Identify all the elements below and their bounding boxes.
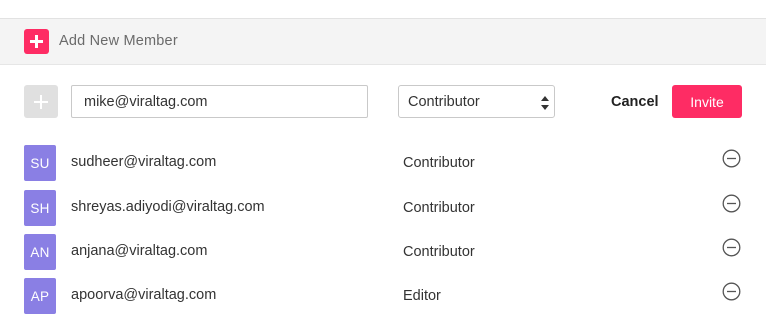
avatar: AP	[24, 278, 56, 314]
minus-circle-icon[interactable]	[722, 238, 741, 257]
member-row: AN anjana@viraltag.com Contributor	[0, 234, 766, 270]
add-member-header: Add New Member	[0, 19, 766, 65]
member-row: AP apoorva@viraltag.com Editor	[0, 278, 766, 314]
member-email: sudheer@viraltag.com	[71, 154, 217, 170]
email-input[interactable]	[71, 85, 368, 118]
minus-circle-icon[interactable]	[722, 282, 741, 301]
plus-icon	[34, 94, 48, 109]
add-row-button[interactable]	[24, 85, 58, 118]
member-role: Editor	[403, 288, 441, 304]
member-email: apoorva@viraltag.com	[71, 287, 217, 303]
invite-button[interactable]: Invite	[672, 85, 742, 118]
member-email: anjana@viraltag.com	[71, 243, 208, 259]
member-row: SU sudheer@viraltag.com Contributor	[0, 145, 766, 181]
role-select-value: Contributor	[408, 93, 480, 110]
minus-circle-icon[interactable]	[722, 149, 741, 168]
member-role: Contributor	[403, 200, 475, 216]
plus-icon	[30, 35, 43, 48]
cancel-button[interactable]: Cancel	[611, 94, 659, 110]
member-email: shreyas.adiyodi@viraltag.com	[71, 199, 265, 215]
invite-form: Contributor Cancel Invite	[0, 85, 766, 119]
chevron-updown-icon	[541, 96, 549, 110]
minus-circle-icon[interactable]	[722, 194, 741, 213]
header-title: Add New Member	[59, 33, 178, 49]
avatar: SH	[24, 190, 56, 226]
member-role: Contributor	[403, 244, 475, 260]
member-row: SH shreyas.adiyodi@viraltag.com Contribu…	[0, 190, 766, 226]
add-new-member-button[interactable]	[24, 29, 49, 54]
role-select[interactable]: Contributor	[398, 85, 555, 118]
avatar: AN	[24, 234, 56, 270]
member-role: Contributor	[403, 155, 475, 171]
avatar: SU	[24, 145, 56, 181]
